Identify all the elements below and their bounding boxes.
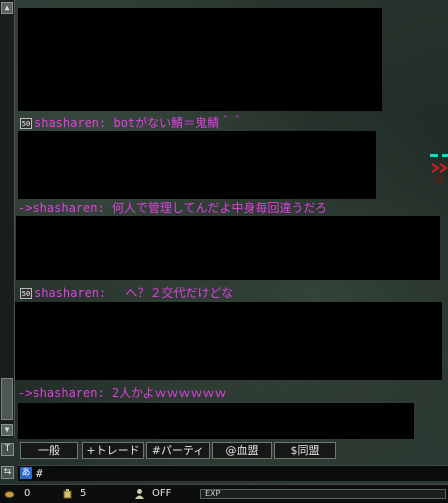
chat-message-text: shasharen: botがない鯖＝鬼鯖＾＾ — [34, 116, 244, 130]
exp-bar: EXP — [200, 489, 446, 499]
pk-mode-icon[interactable] — [134, 488, 145, 499]
level-badge-icon: 50 — [20, 288, 32, 299]
redacted-block — [18, 131, 376, 199]
chat-message: 50 shasharen: へ？２交代だけどな — [20, 286, 233, 300]
chat-tab-strip: 一般 +トレード #パーティ @血盟 $同盟 — [0, 440, 448, 462]
exp-label: EXP — [205, 489, 221, 498]
scroll-up-icon[interactable]: ▲ — [1, 2, 13, 14]
chat-input[interactable]: あ # — [18, 465, 448, 481]
item-icon — [63, 489, 72, 499]
tab-party[interactable]: #パーティ — [146, 442, 210, 459]
scroll-thumb[interactable] — [1, 378, 13, 420]
chat-message: 50 shasharen: botがない鯖＝鬼鯖＾＾ — [20, 116, 243, 130]
tab-alliance[interactable]: $同盟 — [274, 442, 336, 459]
chat-message-text: shasharen: へ？２交代だけどな — [34, 286, 234, 300]
level-badge-icon: 50 — [20, 118, 32, 129]
redacted-block — [16, 216, 440, 280]
ime-mode-icon[interactable]: あ — [20, 467, 32, 479]
scroll-down-icon[interactable]: ▼ — [1, 424, 13, 436]
status-bar: 0 5 OFF EXP — [0, 484, 448, 503]
redacted-block — [18, 8, 382, 111]
game-character — [426, 148, 448, 188]
chat-input-text[interactable]: # — [36, 466, 43, 481]
chat-message: ->shasharen: 何人で管理してんだよ中身毎回違うだろ — [18, 201, 327, 215]
pk-status: OFF — [152, 488, 172, 499]
redacted-block — [15, 302, 442, 380]
gold-count: 0 — [24, 488, 31, 499]
redacted-block — [18, 403, 414, 439]
tab-trade[interactable]: +トレード — [82, 442, 144, 459]
chat-scrollbar[interactable]: ▲ ▼ — [0, 0, 15, 438]
chat-message: ->shasharen: 2人かよｗｗｗｗｗｗ — [18, 386, 227, 400]
item-count: 5 — [80, 488, 87, 499]
chat-message-text: ->shasharen: 何人で管理してんだよ中身毎回違うだろ — [18, 201, 327, 215]
tab-clan[interactable]: @血盟 — [212, 442, 272, 459]
tab-general[interactable]: 一般 — [20, 442, 78, 459]
gold-icon — [4, 491, 15, 498]
chat-message-text: ->shasharen: 2人かよｗｗｗｗｗｗ — [18, 386, 227, 400]
speech-mode-icon[interactable]: ⇆ — [1, 466, 14, 479]
